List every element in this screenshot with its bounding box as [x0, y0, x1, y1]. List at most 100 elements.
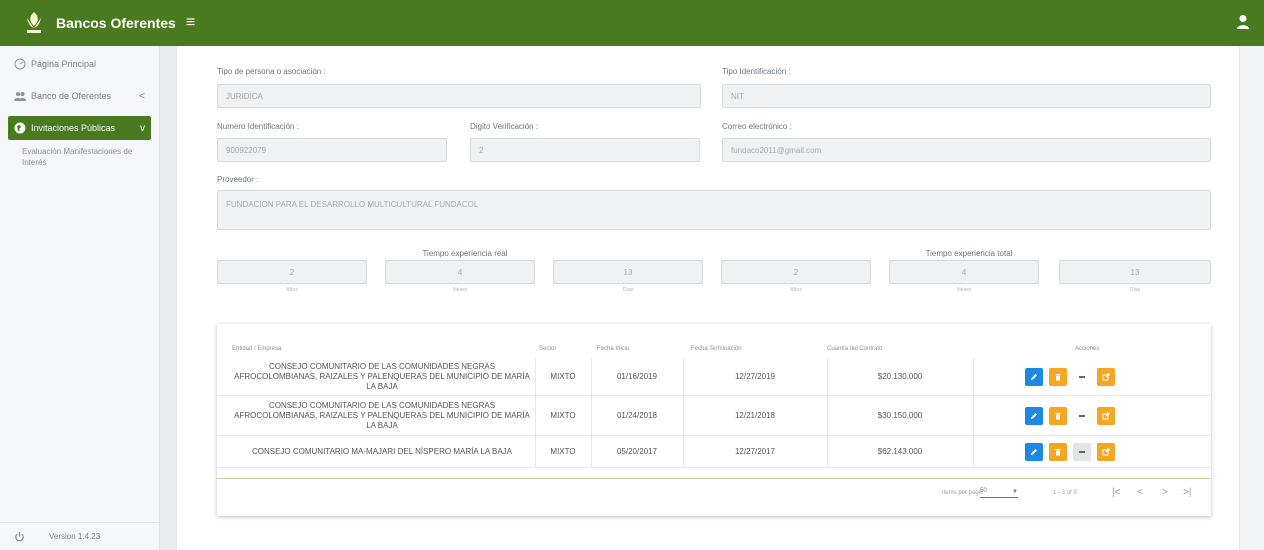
logo-icon: [27, 12, 41, 33]
exp-total-anos: 2: [721, 260, 871, 284]
first-page-button[interactable]: |<: [1112, 487, 1120, 498]
trash-icon: [1055, 373, 1061, 380]
edit-button[interactable]: [1025, 406, 1043, 425]
header-sector[interactable]: Sector: [539, 346, 556, 352]
prev-page-button[interactable]: <: [1137, 487, 1143, 498]
external-link-icon: [1102, 448, 1110, 455]
open-button[interactable]: [1097, 442, 1115, 461]
cell-cuantia: $20.130.000: [877, 371, 923, 381]
dropdown-arrow-icon: ▼: [1012, 489, 1018, 495]
header-fecha-terminacion[interactable]: Fecha Terminación: [691, 346, 742, 352]
exp-unit-label: Días: [1129, 287, 1141, 293]
table-footer-divider: [217, 478, 1211, 479]
trash-icon: [1055, 448, 1061, 455]
cell-cuantia: $30.150.000: [877, 410, 923, 420]
items-per-page-select[interactable]: 50 ▼: [980, 488, 1018, 498]
cell-fecha-fin: 12/27/2017: [734, 446, 776, 456]
cell-entidad: CONSEJO COMUNITARIO MA-MAJARI DEL NÍSPER…: [251, 446, 513, 456]
tipo-identificacion-field[interactable]: NIT: [722, 84, 1211, 108]
exp-total-dias: 13: [1059, 260, 1211, 284]
header-cuantia[interactable]: Cuantía del Contrato: [827, 346, 882, 352]
tipo-identificacion-label: Tipo Identificación :: [722, 67, 791, 76]
minus-icon: [1079, 450, 1085, 453]
header-entidad[interactable]: Entidad / Empresa: [232, 346, 281, 352]
exp-unit-label: Meses: [452, 287, 468, 293]
pencil-icon: [1031, 373, 1037, 380]
pencil-icon: [1031, 448, 1037, 455]
cell-fecha-inicio: 01/24/2018: [616, 410, 658, 420]
last-page-button[interactable]: >|: [1183, 487, 1191, 498]
items-per-page-label: Items per page:: [942, 490, 984, 496]
proveedor-label: Proveedor :: [217, 175, 259, 184]
edit-button[interactable]: [1025, 442, 1043, 461]
cell-sector: MIXTO: [550, 446, 576, 456]
delete-button[interactable]: [1049, 442, 1067, 461]
cell-entidad: CONSEJO COMUNITARIO DE LAS COMUNIDADES N…: [234, 361, 530, 391]
sidebar-item-label: Página Principal: [31, 59, 97, 69]
minus-icon: [1079, 375, 1085, 378]
numero-identificacion-label: Numero Identificación :: [217, 122, 299, 131]
users-icon: [14, 92, 26, 101]
delete-button[interactable]: [1049, 367, 1067, 386]
user-icon[interactable]: [1236, 14, 1250, 30]
sidebar-item-invitaciones-publicas[interactable]: Invitaciones Públicas v: [8, 116, 151, 140]
cell-fecha-fin: 12/27/2019: [734, 371, 776, 381]
globe-icon: [14, 122, 26, 134]
pencil-icon: [1031, 412, 1037, 419]
proveedor-field[interactable]: FUNDACION PARA EL DESARROLLO MULTICULTUR…: [217, 190, 1211, 230]
sidebar-item-label: Invitaciones Públicas: [31, 123, 116, 133]
pagination-range: 1 - 3 of 3: [1053, 490, 1077, 496]
exp-real-meses: 4: [385, 260, 535, 284]
exp-real-anos: 2: [217, 260, 367, 284]
header-fecha-inicio[interactable]: Fecha Inicio: [597, 346, 629, 352]
correo-field[interactable]: fundaco2011@gmail.com: [722, 138, 1211, 162]
chevron-left-icon: <: [139, 90, 145, 102]
trash-icon: [1055, 412, 1061, 419]
delete-button[interactable]: [1049, 406, 1067, 425]
open-button[interactable]: [1097, 367, 1115, 386]
header-acciones: Acciones: [1075, 346, 1100, 352]
cell-sector: MIXTO: [550, 371, 576, 381]
version-label: Version 1.4.23: [49, 532, 101, 541]
table-row: CONSEJO COMUNITARIO MA-MAJARI DEL NÍSPER…: [217, 436, 1211, 468]
exp-unit-label: Días: [622, 287, 634, 293]
page-scrollbar[interactable]: [1240, 46, 1264, 550]
collapse-button[interactable]: [1073, 407, 1091, 425]
open-button[interactable]: [1097, 406, 1115, 425]
table-row: CONSEJO COMUNITARIO DE LAS COMUNIDADES N…: [217, 358, 1211, 396]
edit-button[interactable]: [1025, 367, 1043, 386]
cell-fecha-inicio: 05/20/2017: [616, 446, 658, 456]
items-per-page-value: 50: [980, 488, 987, 494]
numero-identificacion-field[interactable]: 900922079: [217, 138, 447, 162]
cell-fecha-fin: 12/21/2018: [734, 410, 776, 420]
digito-verificacion-label: Digito Verificación :: [470, 122, 539, 131]
app-title: Bancos Oferentes: [56, 15, 176, 31]
exp-total-meses: 4: [889, 260, 1039, 284]
collapse-button[interactable]: [1073, 442, 1091, 461]
exp-unit-label: Años: [790, 287, 802, 293]
table-header: Entidad / Empresa Sector Fecha Inicio Fe…: [217, 346, 1211, 358]
top-bar: Bancos Oferentes ≡: [0, 0, 1264, 46]
external-link-icon: [1102, 373, 1110, 380]
sidebar-subitem-evaluacion[interactable]: Evaluación Manifestaciones de Interés: [22, 146, 151, 168]
experiencia-total-title: Tiempo experiencia total: [925, 249, 1013, 258]
digito-verificacion-field[interactable]: 2: [470, 138, 700, 162]
contracts-table-card: Entidad / Empresa Sector Fecha Inicio Fe…: [217, 324, 1211, 516]
chevron-down-icon: v: [140, 122, 145, 134]
sidebar-item-pagina-principal[interactable]: Página Principal: [8, 52, 151, 76]
exp-unit-label: Años: [286, 287, 298, 293]
power-icon[interactable]: [14, 531, 25, 542]
sidebar-item-banco-oferentes[interactable]: Banco de Oferentes <: [8, 84, 151, 108]
tipo-persona-field[interactable]: JURIDICA: [217, 84, 701, 108]
experiencia-real-title: Tiempo experiencia real: [422, 249, 508, 258]
sidebar-item-label: Banco de Oferentes: [31, 91, 112, 101]
collapse-button[interactable]: [1073, 368, 1091, 386]
exp-unit-label: Meses: [956, 287, 972, 293]
external-link-icon: [1102, 412, 1110, 419]
tipo-persona-label: Tipo de persona o asociación :: [217, 67, 326, 76]
cell-fecha-inicio: 01/16/2019: [616, 371, 658, 381]
menu-toggle-button[interactable]: ≡: [186, 15, 195, 31]
next-page-button[interactable]: >: [1162, 487, 1168, 498]
minus-icon: [1079, 414, 1085, 417]
main-content: Tipo de persona o asociación : JURIDICA …: [176, 46, 1240, 550]
